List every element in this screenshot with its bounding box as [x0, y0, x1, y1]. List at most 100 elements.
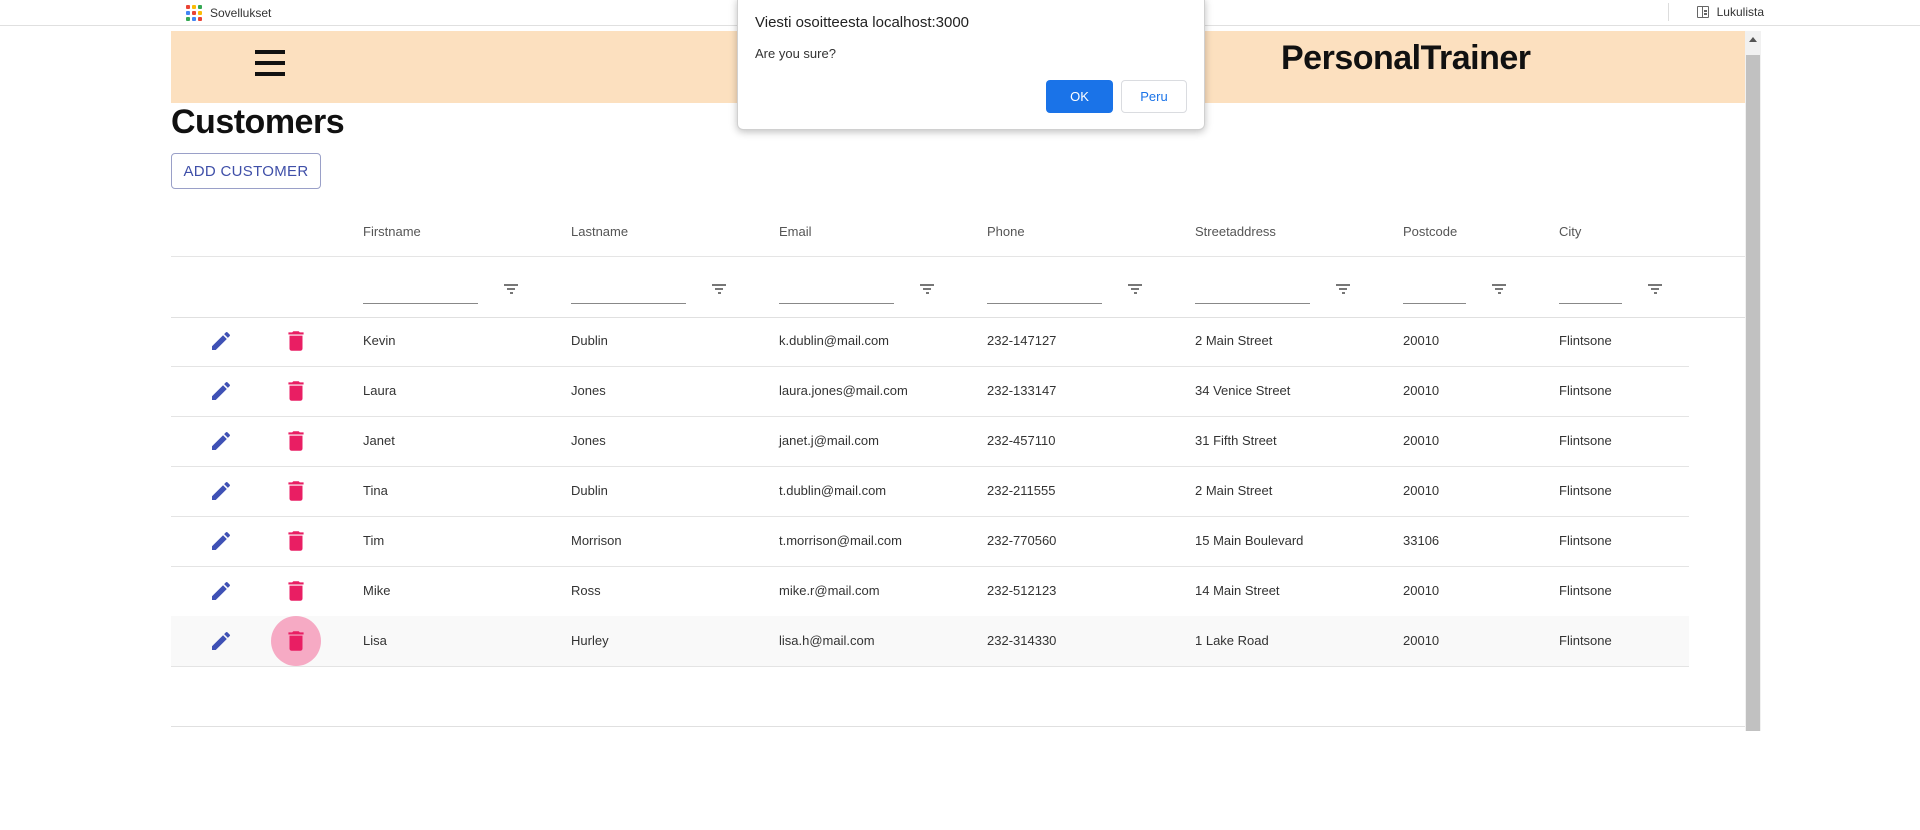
pencil-icon[interactable]: [209, 379, 233, 403]
filter-icon[interactable]: [1336, 283, 1350, 295]
cell-email: k.dublin@mail.com: [779, 333, 890, 348]
cell-postcode: 20010: [1403, 333, 1440, 348]
pencil-icon[interactable]: [209, 629, 233, 653]
cell-firstname: Laura: [363, 383, 397, 398]
cell-lastname: Hurley: [571, 633, 609, 648]
filter-input-phone[interactable]: [987, 303, 1102, 304]
column-header-lastname[interactable]: Lastname: [571, 224, 628, 239]
cell-firstname: Janet: [363, 433, 395, 448]
cell-postcode: 20010: [1403, 383, 1440, 398]
filter-input-firstname[interactable]: [363, 303, 478, 304]
page-viewport: PersonalTrainer Customers ADD CUSTOMER F…: [171, 31, 1761, 731]
scrollbar-thumb[interactable]: [1746, 55, 1760, 731]
pencil-icon[interactable]: [209, 429, 233, 453]
cell-postcode: 20010: [1403, 483, 1440, 498]
cell-streetaddress: 14 Main Street: [1195, 583, 1280, 598]
apps-shortcut[interactable]: Sovellukset: [186, 5, 271, 21]
cell-postcode: 20010: [1403, 583, 1440, 598]
add-customer-button[interactable]: ADD CUSTOMER: [171, 153, 321, 189]
table-row: Janet Jones janet.j@mail.com 232-457110 31 F…: [171, 416, 1689, 467]
cell-phone: 232-512123: [987, 583, 1057, 598]
cell-postcode: 20010: [1403, 633, 1440, 648]
table-row: Tim Morrison t.morrison@mail.com 232-770560…: [171, 516, 1689, 567]
cell-streetaddress: 1 Lake Road: [1195, 633, 1269, 648]
cell-firstname: Kevin: [363, 333, 396, 348]
apps-grid-icon: [186, 5, 202, 21]
table-row: Lisa Hurley lisa.h@mail.com 232-314330 1 Lak…: [171, 616, 1689, 667]
trash-icon[interactable]: [283, 478, 309, 504]
cell-city: Flintsone: [1559, 633, 1612, 648]
cell-phone: 232-314330: [987, 633, 1057, 648]
apps-label: Sovellukset: [210, 6, 272, 20]
cell-firstname: Mike: [363, 583, 391, 598]
cell-streetaddress: 31 Fifth Street: [1195, 433, 1277, 448]
filter-icon[interactable]: [1492, 283, 1506, 295]
cell-lastname: Ross: [571, 583, 601, 598]
dialog-title: Viesti osoitteesta localhost:3000: [755, 14, 970, 31]
filter-icon[interactable]: [1648, 283, 1662, 295]
trash-icon[interactable]: [283, 328, 309, 354]
filter-input-postcode[interactable]: [1403, 303, 1466, 304]
filter-icon[interactable]: [1128, 283, 1142, 295]
cell-phone: 232-133147: [987, 383, 1057, 398]
dialog-message: Are you sure?: [755, 46, 836, 61]
filter-icon[interactable]: [920, 283, 934, 295]
filter-icon[interactable]: [504, 283, 518, 295]
filter-input-streetaddress[interactable]: [1195, 303, 1310, 304]
cell-phone: 232-457110: [987, 433, 1056, 448]
cell-lastname: Dublin: [571, 333, 608, 348]
cell-streetaddress: 34 Venice Street: [1195, 383, 1291, 398]
pencil-icon[interactable]: [209, 329, 233, 353]
scroll-up-arrow-icon[interactable]: [1749, 37, 1757, 42]
bookmarks-separator: [1668, 3, 1669, 21]
column-header-streetaddress[interactable]: Streetaddress: [1195, 224, 1276, 239]
cell-postcode: 33106: [1403, 533, 1440, 548]
table-filter-row: [171, 256, 1745, 318]
table-header-row: Firstname Lastname Email Phone Streetaddress…: [171, 206, 1689, 256]
filter-input-lastname[interactable]: [571, 303, 686, 304]
reading-list-button[interactable]: Lukulista: [1696, 5, 1764, 19]
cell-email: laura.jones@mail.com: [779, 383, 908, 398]
trash-icon[interactable]: [271, 616, 321, 666]
trash-icon[interactable]: [283, 378, 309, 404]
cell-city: Flintsone: [1559, 533, 1612, 548]
cell-email: janet.j@mail.com: [779, 433, 879, 448]
trash-icon[interactable]: [283, 528, 309, 554]
vertical-scrollbar[interactable]: [1745, 31, 1761, 731]
cell-phone: 232-147127: [987, 333, 1057, 348]
app-title: PersonalTrainer: [1281, 39, 1531, 77]
cell-city: Flintsone: [1559, 483, 1612, 498]
cell-lastname: Morrison: [571, 533, 622, 548]
column-header-city[interactable]: City: [1559, 224, 1581, 239]
cell-email: t.dublin@mail.com: [779, 483, 887, 498]
pencil-icon[interactable]: [209, 579, 233, 603]
filter-input-city[interactable]: [1559, 303, 1622, 304]
filter-icon[interactable]: [712, 283, 726, 295]
cell-city: Flintsone: [1559, 383, 1612, 398]
dialog-cancel-button[interactable]: Peru: [1121, 80, 1187, 113]
table-row: Kevin Dublin k.dublin@mail.com 232-147127 2 …: [171, 316, 1689, 367]
cell-streetaddress: 2 Main Street: [1195, 333, 1273, 348]
dialog-ok-button[interactable]: OK: [1046, 80, 1113, 113]
table-row: Tina Dublin t.dublin@mail.com 232-211555 2 M…: [171, 466, 1689, 517]
cell-lastname: Jones: [571, 433, 606, 448]
pencil-icon[interactable]: [209, 529, 233, 553]
column-header-firstname[interactable]: Firstname: [363, 224, 421, 239]
column-header-email[interactable]: Email: [779, 224, 812, 239]
hamburger-menu-icon[interactable]: [255, 48, 285, 78]
trash-icon[interactable]: [283, 578, 309, 604]
filter-input-email[interactable]: [779, 303, 894, 304]
cell-firstname: Lisa: [363, 633, 387, 648]
cell-phone: 232-211555: [987, 483, 1056, 498]
column-header-phone[interactable]: Phone: [987, 224, 1025, 239]
trash-icon[interactable]: [283, 428, 309, 454]
cell-email: t.morrison@mail.com: [779, 533, 902, 548]
column-header-postcode[interactable]: Postcode: [1403, 224, 1457, 239]
cell-phone: 232-770560: [987, 533, 1057, 548]
table-row: Mike Ross mike.r@mail.com 232-512123 14 Main…: [171, 566, 1689, 617]
cell-city: Flintsone: [1559, 433, 1612, 448]
pencil-icon[interactable]: [209, 479, 233, 503]
cell-streetaddress: 2 Main Street: [1195, 483, 1273, 498]
reading-list-icon: [1696, 6, 1709, 18]
cell-email: mike.r@mail.com: [779, 583, 880, 598]
